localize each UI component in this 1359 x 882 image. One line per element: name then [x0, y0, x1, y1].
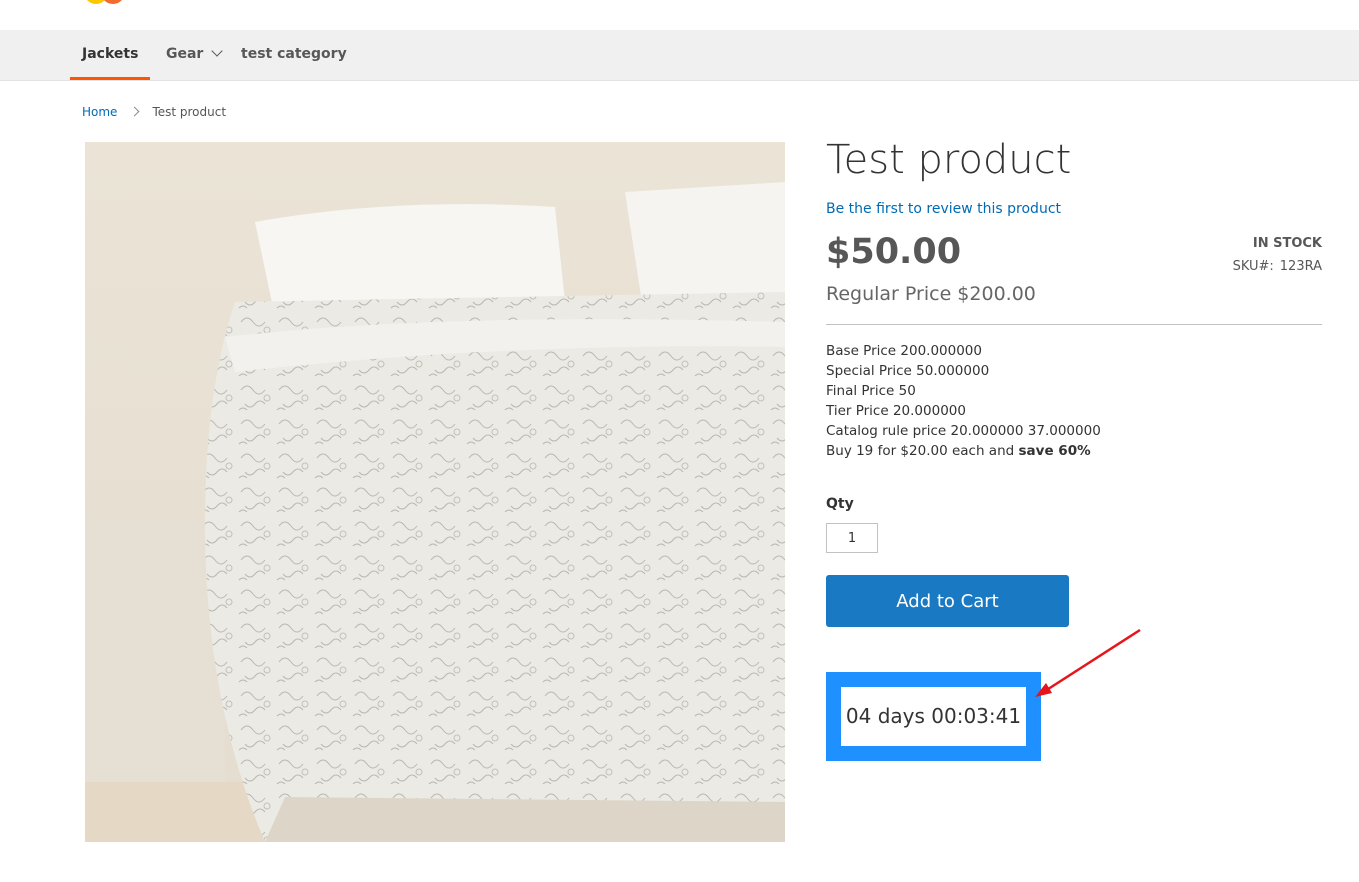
nav-item-test-category[interactable]: test category: [241, 30, 347, 80]
add-to-cart-button[interactable]: Add to Cart: [826, 575, 1069, 627]
nav-item-jackets[interactable]: Jackets: [70, 30, 151, 80]
regular-price: Regular Price $200.00: [826, 283, 1036, 305]
countdown-timer: 04 days 00:03:41: [841, 687, 1026, 746]
stock-status: IN STOCK: [1252, 236, 1322, 251]
nav-item-label: Jackets: [82, 46, 139, 62]
annotation-arrow-icon: [1035, 628, 1141, 697]
base-price: Base Price 200.000000: [826, 343, 982, 359]
tier-offer: Buy 19 for $20.00 each and save 60%: [826, 441, 1101, 461]
final-price-detail: Final Price 50: [826, 383, 916, 399]
breadcrumb-home-link[interactable]: Home: [82, 105, 117, 119]
brand-logo[interactable]: [84, 0, 132, 6]
breadcrumb-current: Test product: [152, 105, 227, 119]
price-details: Base Price 200.000000 Special Price 50.0…: [826, 341, 1101, 461]
catalog-rule-price: Catalog rule price 20.000000 37.000000: [826, 423, 1101, 439]
breadcrumb: Home Test product: [82, 105, 226, 119]
qty-label: Qty: [826, 496, 854, 512]
review-link[interactable]: Be the first to review this product: [826, 201, 1061, 217]
chevron-right-icon: [129, 106, 140, 117]
tier-offer-text: Buy 19 for $20.00 each and: [826, 443, 1015, 459]
page-title: Test product: [826, 137, 1072, 183]
nav-item-label: test category: [241, 46, 347, 62]
special-price: Special Price 50.000000: [826, 363, 990, 379]
countdown-timer-box: 04 days 00:03:41: [826, 672, 1041, 761]
final-price: $50.00: [826, 232, 962, 272]
sku: SKU#: 123RA: [1233, 259, 1322, 274]
qty-input[interactable]: [826, 523, 878, 553]
sku-label: SKU#:: [1232, 259, 1274, 274]
divider: [826, 324, 1322, 325]
sku-value: 123RA: [1279, 259, 1322, 274]
tier-offer-save: save 60%: [1018, 443, 1091, 459]
tier-price: Tier Price 20.000000: [826, 403, 966, 419]
product-image[interactable]: [85, 142, 785, 842]
bed-photo: [85, 142, 785, 842]
main-navigation: Jackets Gear test category: [0, 30, 1359, 81]
chevron-down-icon: [211, 45, 224, 57]
nav-item-label: Gear: [166, 46, 204, 62]
logo-circle-orange: [101, 0, 125, 4]
nav-item-gear[interactable]: Gear: [166, 30, 224, 80]
